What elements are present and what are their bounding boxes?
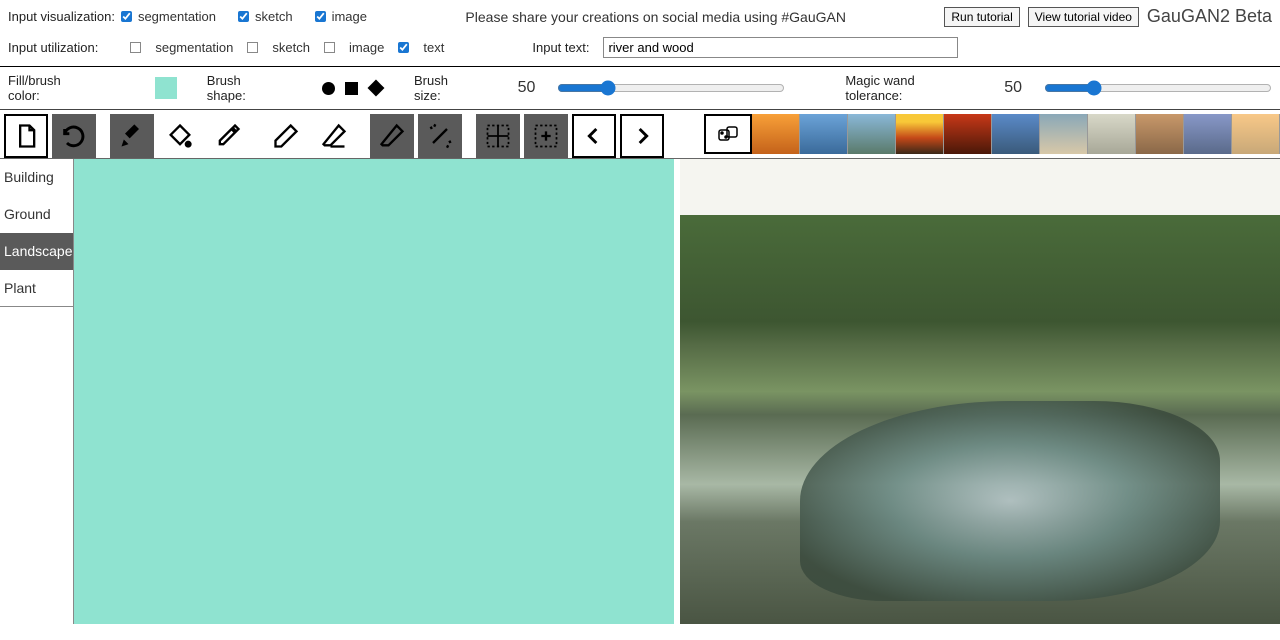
input-text-field[interactable] bbox=[603, 37, 958, 58]
eraser-tool-button[interactable] bbox=[312, 114, 356, 158]
brush-size-slider[interactable] bbox=[557, 80, 785, 96]
style-thumb-4[interactable] bbox=[896, 114, 944, 154]
style-thumb-6[interactable] bbox=[992, 114, 1040, 154]
color-swatch[interactable] bbox=[155, 77, 177, 99]
move-selection-button[interactable] bbox=[524, 114, 568, 158]
util-text-checkbox[interactable] bbox=[398, 42, 409, 53]
random-style-button[interactable] bbox=[704, 114, 752, 154]
brush-tool-button[interactable] bbox=[110, 114, 154, 158]
undo-button[interactable] bbox=[52, 114, 96, 158]
smart-eraser-button[interactable] bbox=[370, 114, 414, 158]
shape-diamond-button[interactable] bbox=[368, 80, 385, 97]
input-utilization-label: Input utilization: bbox=[8, 40, 98, 55]
run-tutorial-button[interactable]: Run tutorial bbox=[944, 7, 1019, 27]
input-text-label: Input text: bbox=[532, 40, 589, 55]
sidebar-item-landscape[interactable]: Landscape bbox=[0, 233, 73, 270]
sidebar-item-building[interactable]: Building bbox=[0, 159, 73, 196]
new-page-button[interactable] bbox=[4, 114, 48, 158]
fill-tool-button[interactable] bbox=[158, 114, 202, 158]
style-thumb-10[interactable] bbox=[1184, 114, 1232, 154]
vis-image-checkbox[interactable] bbox=[315, 11, 326, 22]
vis-sketch-label: sketch bbox=[255, 9, 293, 24]
util-text-label: text bbox=[423, 40, 444, 55]
style-thumb-11[interactable] bbox=[1232, 114, 1280, 154]
eyedropper-tool-button[interactable] bbox=[206, 114, 250, 158]
style-thumb-1[interactable] bbox=[752, 114, 800, 154]
magic-wand-button[interactable] bbox=[418, 114, 462, 158]
wand-tolerance-label: Magic wand tolerance: bbox=[845, 73, 974, 103]
style-thumb-8[interactable] bbox=[1088, 114, 1136, 154]
util-segmentation-label: segmentation bbox=[155, 40, 233, 55]
view-tutorial-button[interactable]: View tutorial video bbox=[1028, 7, 1139, 27]
style-thumb-7[interactable] bbox=[1040, 114, 1088, 154]
style-thumb-5[interactable] bbox=[944, 114, 992, 154]
brush-shape-label: Brush shape: bbox=[207, 73, 283, 103]
vis-image-label: image bbox=[332, 9, 367, 24]
pencil-tool-button[interactable] bbox=[264, 114, 308, 158]
style-thumb-3[interactable] bbox=[848, 114, 896, 154]
util-sketch-label: sketch bbox=[272, 40, 310, 55]
util-image-label: image bbox=[349, 40, 384, 55]
wand-tolerance-slider[interactable] bbox=[1044, 80, 1272, 96]
sidebar-item-ground[interactable]: Ground bbox=[0, 196, 73, 233]
util-image-checkbox[interactable] bbox=[324, 42, 335, 53]
output-image bbox=[680, 159, 1280, 624]
grid-select-button[interactable] bbox=[476, 114, 520, 158]
sidebar-item-plant[interactable]: Plant bbox=[0, 270, 73, 307]
style-thumb-2[interactable] bbox=[800, 114, 848, 154]
wand-tolerance-value: 50 bbox=[1004, 79, 1034, 97]
brush-size-label: Brush size: bbox=[414, 73, 478, 103]
util-segmentation-checkbox[interactable] bbox=[130, 42, 141, 53]
brand-label: GauGAN2 Beta bbox=[1147, 6, 1272, 27]
vis-segmentation-label: segmentation bbox=[138, 9, 216, 24]
fill-color-label: Fill/brush color: bbox=[8, 73, 95, 103]
brush-size-value: 50 bbox=[518, 79, 548, 97]
arrow-left-button[interactable] bbox=[572, 114, 616, 158]
arrow-right-button[interactable] bbox=[620, 114, 664, 158]
shape-square-button[interactable] bbox=[345, 82, 358, 95]
style-thumb-9[interactable] bbox=[1136, 114, 1184, 154]
util-sketch-checkbox[interactable] bbox=[247, 42, 258, 53]
shape-circle-button[interactable] bbox=[322, 82, 335, 95]
category-sidebar: Building Ground Landscape Plant bbox=[0, 159, 74, 624]
vis-segmentation-checkbox[interactable] bbox=[121, 11, 132, 22]
vis-sketch-checkbox[interactable] bbox=[238, 11, 249, 22]
tagline: Please share your creations on social me… bbox=[367, 9, 944, 25]
input-visualization-label: Input visualization: bbox=[8, 9, 115, 24]
drawing-canvas[interactable] bbox=[74, 159, 674, 624]
